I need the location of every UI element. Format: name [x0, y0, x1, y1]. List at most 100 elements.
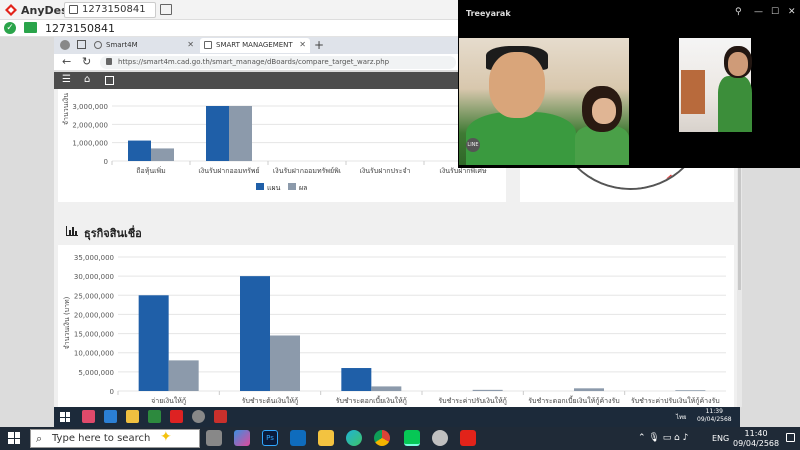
- browser-app-icon[interactable]: [432, 430, 448, 446]
- anydesk-taskbar-icon[interactable]: [460, 430, 476, 446]
- bar-result: [151, 148, 174, 161]
- tab-label: Smart4M: [106, 41, 138, 49]
- remote-folder-icon[interactable]: [126, 410, 139, 423]
- deposit-bar-chart: 0 1,000,000 2,000,000 3,000,000 ถือหุ้นเพิ่ม…: [62, 93, 502, 192]
- remote-start-icon[interactable]: [60, 412, 70, 422]
- photoshop-icon[interactable]: Ps: [262, 430, 278, 446]
- remote-browser-icon[interactable]: [192, 410, 205, 423]
- bar-result: [371, 386, 402, 391]
- tab-smart-management[interactable]: SMART MANAGEMENT ✕: [200, 38, 310, 53]
- deposit-chart-card: 0 1,000,000 2,000,000 3,000,000 ถือหุ้นเพิ่ม…: [58, 89, 506, 202]
- remote-language-indicator[interactable]: ไทย: [676, 412, 687, 422]
- y-tick-label: 25,000,000: [74, 292, 114, 300]
- loan-chart-card: 0 5,000,000 10,000,000 15,000,000 20,000,000…: [58, 245, 734, 407]
- tab-actions-icon[interactable]: [77, 40, 86, 49]
- x-tick-label: เงินรับฝากออมทรัพย์พิเ: [273, 167, 341, 175]
- language-indicator[interactable]: ENG: [712, 434, 729, 443]
- loan-bar-chart: 0 5,000,000 10,000,000 15,000,000 20,000,000…: [63, 254, 726, 405]
- taskbar-clock[interactable]: 11:40 09/04/2568: [733, 429, 779, 449]
- anydesk-address-value: 1273150841: [45, 22, 115, 35]
- new-tab-button[interactable]: +: [314, 38, 324, 52]
- bar-plan: [138, 295, 169, 391]
- remote-pdf-icon[interactable]: [214, 410, 227, 423]
- bar-result: [675, 390, 706, 391]
- x-tick-label: จ่ายเงินให้กู้: [151, 396, 186, 405]
- outlook-icon[interactable]: [290, 430, 306, 446]
- remote-excel-icon[interactable]: [148, 410, 161, 423]
- fullscreen-icon[interactable]: [105, 76, 114, 85]
- bar-result: [168, 360, 199, 391]
- home-icon[interactable]: ⌂: [84, 74, 90, 85]
- edge-icon[interactable]: [346, 430, 362, 446]
- x-tick-label: รับชำระดอกเบี้ยเงินให้กู้ค้างรับ: [528, 394, 619, 405]
- participant-face: [592, 98, 616, 124]
- copilot-icon[interactable]: [234, 430, 250, 446]
- y-tick-label: 10,000,000: [74, 350, 114, 358]
- legend-swatch: [256, 183, 264, 190]
- system-tray-icons[interactable]: ⌃ 🎙 ▭ ⌂ ♪: [638, 433, 688, 443]
- line-app-icon[interactable]: [404, 430, 420, 446]
- section-header: [58, 219, 734, 245]
- url-bar[interactable]: https://smart4m.cad.go.th/smart_manage/d…: [100, 56, 456, 69]
- x-tick-label: รับชำระต้นเงินให้กู้: [242, 396, 299, 405]
- pin-icon[interactable]: ⚲: [735, 7, 742, 17]
- remote-copilot-icon[interactable]: [82, 410, 95, 423]
- sparkle-icon[interactable]: ✦: [160, 429, 172, 445]
- remote-app-icon[interactable]: [170, 410, 183, 423]
- video-call-title: Treeyarak: [466, 9, 511, 18]
- background-shelf: [681, 70, 705, 114]
- bar-result: [229, 106, 252, 161]
- y-tick-label: 15,000,000: [74, 331, 114, 339]
- close-icon[interactable]: ✕: [788, 7, 796, 17]
- participant-face: [728, 52, 748, 76]
- tab-smart4m[interactable]: Smart4M ✕: [90, 38, 198, 53]
- back-arrow-icon[interactable]: ←: [62, 55, 71, 68]
- new-session-icon[interactable]: [160, 4, 172, 15]
- x-tick-label: รับชำระค่าปรับเงินให้กู้ค้างรับ: [631, 396, 720, 405]
- y-tick-label: 3,000,000: [72, 103, 108, 111]
- search-icon: ⌕: [36, 432, 43, 445]
- chrome-icon[interactable]: [374, 430, 390, 446]
- participant-body: [718, 76, 752, 132]
- notification-icon[interactable]: [786, 433, 795, 442]
- legend-label: แผน: [267, 184, 281, 192]
- anydesk-session-tab-label: 1273150841: [82, 4, 146, 15]
- profile-icon[interactable]: [60, 40, 70, 50]
- close-icon[interactable]: ✕: [299, 40, 306, 49]
- reload-icon[interactable]: ↻: [82, 55, 91, 68]
- close-icon[interactable]: ✕: [187, 40, 194, 49]
- y-tick-label: 30,000,000: [74, 273, 114, 281]
- maximize-icon[interactable]: ☐: [771, 7, 779, 17]
- menu-icon[interactable]: ☰: [62, 74, 71, 85]
- remote-date: 09/04/2568: [697, 416, 732, 423]
- remote-edge-icon[interactable]: [104, 410, 117, 423]
- globe-icon: [94, 41, 102, 49]
- bar-plan: [341, 368, 372, 391]
- bar-chart-icon: [66, 226, 78, 236]
- search-placeholder: Type here to search: [52, 433, 151, 444]
- y-tick-label: 2,000,000: [72, 121, 108, 129]
- file-explorer-icon[interactable]: [318, 430, 334, 446]
- line-badge-icon: LINE: [466, 138, 480, 152]
- x-tick-label: ถือหุ้นเพิ่ม: [136, 166, 165, 175]
- y-tick-label: 20,000,000: [74, 311, 114, 319]
- lock-icon: [106, 58, 112, 65]
- bar-plan: [128, 140, 151, 161]
- minimize-icon[interactable]: —: [754, 7, 763, 17]
- monitor-icon: [69, 5, 78, 14]
- participant-body: [466, 112, 576, 165]
- x-tick-label: รับชำระค่าปรับเงินให้กู้: [438, 396, 507, 405]
- x-tick-label: รับชำระดอกเบี้ยเงินให้กู้: [336, 394, 407, 405]
- connected-check-icon: ✓: [4, 22, 16, 34]
- x-tick-label: เงินรับฝากออมทรัพย์: [198, 167, 259, 175]
- remote-monitor-icon[interactable]: [24, 22, 37, 33]
- bar-result: [270, 335, 300, 391]
- remote-clock[interactable]: 11:39 09/04/2568: [697, 408, 732, 424]
- legend-swatch: [288, 183, 296, 190]
- bar-result: [472, 389, 503, 391]
- task-view-icon[interactable]: [206, 430, 222, 446]
- y-axis-label: จำนวนเงิน: [62, 93, 70, 125]
- bar-result: [574, 388, 604, 391]
- page-icon: [204, 41, 212, 49]
- windows-start-icon[interactable]: [8, 432, 20, 444]
